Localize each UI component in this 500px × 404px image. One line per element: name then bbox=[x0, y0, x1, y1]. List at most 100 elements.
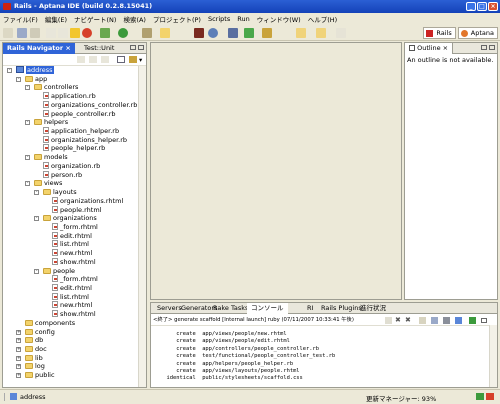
new-icon[interactable] bbox=[3, 28, 13, 38]
tree-item-project[interactable]: - address bbox=[7, 66, 54, 75]
globe-icon[interactable] bbox=[208, 28, 218, 38]
tree-item-file[interactable]: new.rhtml bbox=[43, 249, 92, 258]
tree-item-folder[interactable]: - helpers bbox=[25, 118, 68, 127]
progress-stop-icon[interactable] bbox=[486, 393, 494, 400]
pin-console-icon[interactable] bbox=[443, 317, 450, 324]
check-icon[interactable] bbox=[244, 28, 254, 38]
collapse-icon[interactable]: - bbox=[25, 85, 30, 91]
tree-item-file[interactable]: people_controller.rb bbox=[34, 109, 116, 119]
perspective-rails[interactable]: Rails bbox=[423, 27, 456, 39]
tree-item-folder[interactable]: components bbox=[16, 319, 75, 328]
tree-item-file[interactable]: application_helper.rb bbox=[34, 127, 119, 136]
tree-item-file[interactable]: edit.rhtml bbox=[43, 231, 92, 241]
tab-test-unit[interactable]: Test::Unit bbox=[80, 43, 118, 54]
tab-bottom-2[interactable]: Rake Tasks bbox=[209, 303, 252, 314]
debug-icon[interactable] bbox=[100, 28, 110, 38]
remove-launch-icon[interactable]: ✖ bbox=[395, 317, 402, 324]
tree-item-folder[interactable]: - layouts bbox=[34, 188, 77, 197]
display-console-icon[interactable] bbox=[455, 317, 462, 324]
tree-item-file[interactable]: new.rhtml bbox=[43, 301, 92, 310]
forward-nav-icon[interactable] bbox=[89, 56, 97, 63]
folder-icon[interactable] bbox=[160, 28, 170, 38]
maximize-view-icon[interactable] bbox=[489, 45, 495, 50]
expand-icon[interactable]: + bbox=[16, 373, 21, 379]
tree-item-folder[interactable]: + public bbox=[16, 371, 55, 380]
expand-icon[interactable]: + bbox=[16, 347, 21, 353]
tree-item-file[interactable]: edit.rhtml bbox=[43, 284, 92, 293]
print-icon[interactable] bbox=[30, 28, 40, 38]
forward-icon[interactable] bbox=[316, 28, 326, 38]
open-console-icon[interactable] bbox=[469, 317, 476, 324]
link-editor-icon[interactable] bbox=[129, 56, 137, 63]
pen-icon[interactable] bbox=[262, 28, 272, 38]
tree-item-file[interactable]: people.rhtml bbox=[43, 205, 101, 215]
remove-all-icon[interactable]: ✖ bbox=[405, 317, 412, 324]
collapse-icon[interactable]: - bbox=[34, 216, 39, 222]
external-tools-icon[interactable] bbox=[142, 28, 152, 38]
collapse-icon[interactable]: - bbox=[25, 181, 30, 187]
maximize-view-icon[interactable] bbox=[138, 45, 144, 50]
tab-bottom-3[interactable]: コンソール bbox=[247, 303, 288, 314]
paragraph-icon[interactable] bbox=[46, 28, 56, 38]
menu-item[interactable]: 編集(E) bbox=[45, 14, 67, 24]
tree-item-file[interactable]: organizations_controller.rb bbox=[34, 100, 137, 110]
tab-bottom-6[interactable]: 進行状況 bbox=[356, 303, 390, 314]
expand-icon[interactable]: + bbox=[16, 355, 21, 361]
collapse-icon[interactable]: - bbox=[25, 120, 30, 126]
menu-item[interactable]: 検索(A) bbox=[123, 14, 146, 24]
tree-item-folder[interactable]: + db bbox=[16, 336, 43, 345]
tree-item-file[interactable]: show.rhtml bbox=[43, 257, 96, 267]
terminate-icon[interactable] bbox=[385, 317, 392, 324]
collapse-icon[interactable]: - bbox=[34, 190, 39, 196]
tree-item-file[interactable]: list.rhtml bbox=[43, 240, 89, 249]
collapse-icon[interactable]: - bbox=[7, 68, 12, 73]
tree-item-folder[interactable]: + doc bbox=[16, 345, 47, 354]
tree-item-file[interactable]: application.rb bbox=[34, 92, 96, 101]
menu-item[interactable]: Run bbox=[237, 15, 249, 23]
collapse-icon[interactable]: - bbox=[34, 268, 39, 274]
tree-item-file[interactable]: list.rhtml bbox=[43, 292, 89, 302]
tree-item-file[interactable]: organization.rb bbox=[34, 161, 100, 171]
run-icon[interactable] bbox=[118, 28, 128, 38]
scroll-lock-icon[interactable] bbox=[431, 317, 438, 324]
tab-outline[interactable]: Outline × bbox=[405, 43, 454, 54]
minimize-view-icon[interactable] bbox=[481, 45, 487, 50]
expand-icon[interactable]: + bbox=[16, 329, 21, 335]
minimize-button[interactable]: _ bbox=[466, 2, 476, 11]
close-icon[interactable]: × bbox=[65, 44, 70, 52]
menu-item[interactable]: Scripts bbox=[208, 15, 230, 23]
tree-item-folder[interactable]: + log bbox=[16, 362, 45, 371]
view-menu-icon[interactable]: ▾ bbox=[139, 56, 145, 64]
minimize-view-icon[interactable] bbox=[481, 318, 487, 323]
tree-item-file[interactable]: organizations_helper.rb bbox=[34, 135, 127, 145]
up-nav-icon[interactable] bbox=[101, 56, 109, 63]
server-icon[interactable] bbox=[194, 28, 204, 38]
nav-icon[interactable] bbox=[336, 28, 346, 38]
menu-item[interactable]: ヘルプ(H) bbox=[308, 14, 337, 24]
collapse-icon[interactable]: - bbox=[25, 155, 30, 161]
tree-item-file[interactable]: people_helper.rb bbox=[34, 144, 105, 153]
pipe-icon[interactable] bbox=[58, 28, 68, 38]
tree-item-folder[interactable]: + lib bbox=[16, 354, 43, 363]
close-icon[interactable]: × bbox=[443, 44, 448, 52]
tree-item-folder[interactable]: + config bbox=[16, 328, 55, 337]
back-nav-icon[interactable] bbox=[77, 56, 85, 63]
tab-rails-navigator[interactable]: Rails Navigator × bbox=[3, 43, 75, 54]
tree-item-file[interactable]: organizations.rhtml bbox=[43, 196, 123, 206]
menu-item[interactable]: ウィンドウ(W) bbox=[257, 14, 301, 24]
menu-item[interactable]: ファイル(F) bbox=[3, 14, 38, 24]
menu-item[interactable]: ナビゲート(N) bbox=[74, 14, 116, 24]
save-icon[interactable] bbox=[17, 28, 27, 38]
stop-icon[interactable] bbox=[82, 28, 92, 38]
tree-item-folder[interactable]: - views bbox=[25, 179, 62, 188]
clear-console-icon[interactable] bbox=[419, 317, 426, 324]
collapse-icon[interactable]: - bbox=[16, 76, 21, 82]
menu-item[interactable]: プロジェクト(P) bbox=[153, 14, 201, 24]
layout-icon[interactable] bbox=[228, 28, 238, 38]
close-button[interactable]: × bbox=[488, 2, 498, 11]
progress-icon[interactable] bbox=[476, 393, 484, 400]
tab-bottom-4[interactable]: RI bbox=[303, 303, 317, 314]
tree-item-file[interactable]: _form.rhtml bbox=[43, 222, 98, 232]
tree-item-folder[interactable]: - organizations bbox=[34, 214, 97, 223]
tree-item-folder[interactable]: - people bbox=[34, 267, 75, 276]
